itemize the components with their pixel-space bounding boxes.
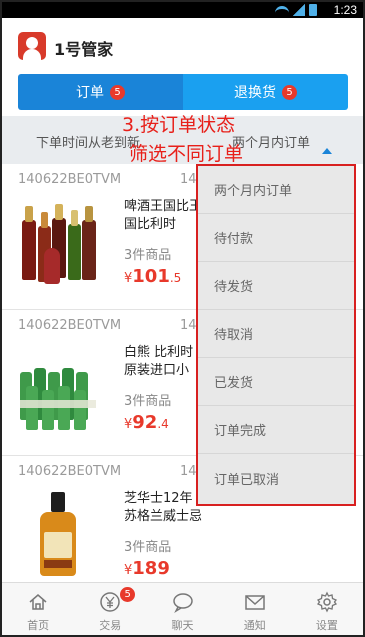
range-filter[interactable]: 两个月内订单 — [232, 132, 310, 151]
tab-orders[interactable]: 订单 5 — [18, 74, 183, 110]
price-integer: 92 — [132, 412, 158, 433]
product-name: 芝华士12年苏格兰威士忌 — [124, 491, 203, 524]
item-count: 3件商品 — [124, 248, 172, 263]
bottom-nav: 首页 5 交易 聊天 通知 设置 — [2, 582, 363, 635]
nav-settings-label: 设置 — [315, 619, 338, 632]
tab-orders-label: 订单 — [76, 85, 104, 101]
app-logo-icon — [18, 32, 46, 60]
price-decimal: .4 — [157, 417, 169, 431]
nav-chat[interactable]: 聊天 — [146, 583, 218, 635]
order-price: ¥92.4 — [124, 412, 169, 433]
order-id-tail: 14 — [180, 464, 197, 479]
order-id-tail: 14 — [180, 318, 197, 333]
tab-orders-badge: 5 — [110, 84, 125, 100]
chat-bubble-icon — [172, 593, 193, 613]
order-id-tail: 14 — [180, 172, 197, 187]
tab-returns-badge: 5 — [282, 84, 297, 100]
whisky-bottle-image — [16, 488, 100, 578]
order-id: 140622BE0TVM — [18, 318, 122, 333]
nav-trade-badge: 5 — [120, 587, 136, 602]
nav-settings[interactable]: 设置 — [291, 583, 363, 635]
price-integer: 189 — [132, 558, 170, 579]
dropdown-option-pending-cancel[interactable]: 待取消 — [198, 310, 354, 358]
status-icons — [275, 4, 317, 16]
status-time: 1:23 — [333, 3, 357, 17]
green-bottles-image — [16, 342, 100, 432]
battery-icon — [309, 4, 317, 16]
dropdown-option-completed[interactable]: 订单完成 — [198, 406, 354, 454]
dropdown-option-pending-shipment[interactable]: 待发货 — [198, 262, 354, 310]
app-header: 1号管家 — [2, 18, 363, 70]
dropdown-option-cancelled[interactable]: 订单已取消 — [198, 454, 354, 502]
tab-returns[interactable]: 退换货 5 — [183, 74, 348, 110]
product-name: 啤酒王国比王国比利时 — [124, 199, 203, 232]
nav-notify[interactable]: 通知 — [219, 583, 291, 635]
status-bar: 1:23 — [2, 2, 363, 18]
range-filter-caret-icon — [322, 148, 332, 154]
wifi-icon — [275, 6, 289, 16]
order-status-dropdown: 两个月内订单 待付款 待发货 待取消 已发货 订单完成 订单已取消 — [196, 164, 356, 506]
annotation-line-2: 筛选不同订单 — [129, 143, 244, 165]
annotation-line-1: 3.按订单状态 — [122, 114, 236, 136]
dropdown-option-two-months[interactable]: 两个月内订单 — [198, 166, 354, 214]
dropdown-option-shipped[interactable]: 已发货 — [198, 358, 354, 406]
phone-screen: 1:23 1号管家 订单 5 退换货 5 下单时间从老到新 两个月内订单 140… — [0, 0, 365, 637]
nav-trade-label: 交易 — [99, 619, 122, 632]
beer-bottles-image — [16, 196, 100, 286]
dropdown-option-pending-payment[interactable]: 待付款 — [198, 214, 354, 262]
product-name: 白熊 比利时原装进口小 — [124, 345, 194, 378]
signal-icon — [293, 4, 305, 16]
yen-circle-icon — [100, 592, 121, 612]
item-count: 3件商品 — [124, 394, 172, 409]
item-count: 3件商品 — [124, 540, 172, 555]
tab-returns-label: 退换货 — [234, 85, 276, 101]
nav-notify-label: 通知 — [243, 619, 266, 632]
order-price: ¥101.5 — [124, 266, 181, 287]
nav-home[interactable]: 首页 — [2, 583, 74, 635]
home-icon — [29, 594, 47, 610]
nav-chat-label: 聊天 — [171, 619, 194, 632]
order-id: 140622BE0TVM — [18, 172, 122, 187]
price-integer: 101 — [132, 266, 170, 287]
price-decimal: .5 — [169, 271, 182, 285]
nav-home-label: 首页 — [27, 619, 50, 632]
gear-icon — [316, 591, 337, 613]
nav-trade[interactable]: 5 交易 — [74, 583, 146, 635]
envelope-icon — [244, 595, 265, 610]
app-title: 1号管家 — [54, 40, 114, 59]
order-tabs: 订单 5 退换货 5 — [18, 74, 348, 110]
order-price: ¥189 — [124, 558, 170, 579]
order-id: 140622BE0TVM — [18, 464, 122, 479]
